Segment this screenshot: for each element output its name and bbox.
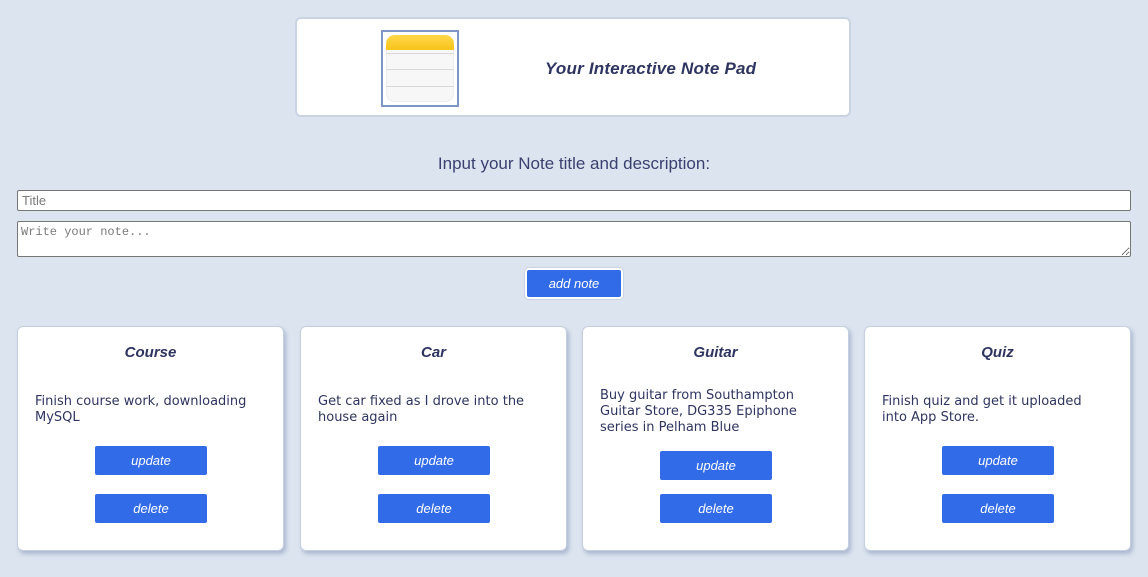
delete-button[interactable]: delete bbox=[95, 494, 207, 523]
title-input[interactable] bbox=[17, 190, 1131, 211]
note-card-course: Course Finish course work, downloading M… bbox=[17, 326, 284, 551]
note-description: Buy guitar from Southampton Guitar Store… bbox=[600, 388, 797, 435]
delete-button[interactable]: delete bbox=[942, 494, 1054, 523]
note-title: Quiz bbox=[981, 344, 1014, 361]
note-title: Car bbox=[420, 344, 446, 361]
header-banner: Your Interactive Note Pad bbox=[295, 17, 851, 117]
form-prompt: Input your Note title and description: bbox=[437, 154, 711, 173]
update-button[interactable]: update bbox=[378, 446, 490, 475]
note-card-car: Car Get car fixed as I drove into the ho… bbox=[300, 326, 567, 551]
update-button[interactable]: update bbox=[942, 446, 1054, 475]
update-button[interactable]: update bbox=[95, 446, 207, 475]
delete-button[interactable]: delete bbox=[660, 494, 772, 523]
note-description: Finish quiz and get it uploaded into App… bbox=[882, 394, 1082, 425]
update-button[interactable]: update bbox=[660, 451, 772, 480]
note-description: Finish course work, downloading MySQL bbox=[35, 394, 247, 425]
add-note-button[interactable]: add note bbox=[525, 268, 623, 299]
page-title: Your Interactive Note Pad bbox=[545, 59, 757, 78]
note-textarea[interactable] bbox=[17, 221, 1131, 257]
note-card-quiz: Quiz Finish quiz and get it uploaded int… bbox=[864, 326, 1131, 551]
page: Your Interactive Note Pad Input your Not… bbox=[0, 0, 1148, 577]
note-description: Get car fixed as I drove into the house … bbox=[318, 394, 525, 425]
note-card-guitar: Guitar Buy guitar from Southampton Guita… bbox=[582, 326, 849, 551]
note-title: Course bbox=[124, 344, 177, 361]
note-title: Guitar bbox=[693, 344, 738, 361]
notepad-icon bbox=[381, 30, 459, 107]
delete-button[interactable]: delete bbox=[378, 494, 490, 523]
